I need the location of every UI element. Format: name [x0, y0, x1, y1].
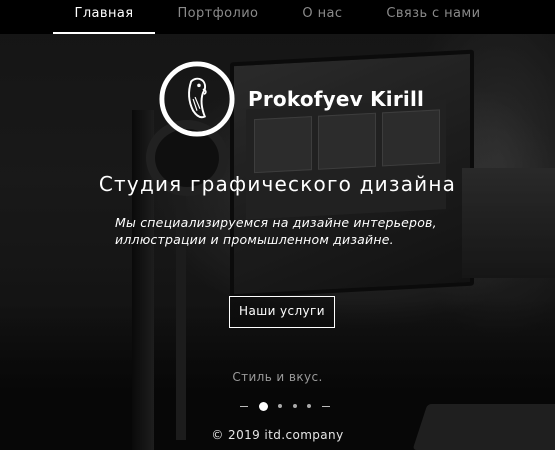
hero-tagline: Стиль и вкус.: [232, 370, 323, 384]
pager-dot[interactable]: [278, 404, 283, 408]
nav-item-contact[interactable]: Связь с нами: [364, 0, 502, 34]
main-nav: Главная Портфолио О нас Связь с нами: [0, 0, 555, 34]
pager-dot[interactable]: [292, 404, 297, 408]
footer-copyright: © 2019 itd.company: [211, 428, 344, 442]
nav-item-home[interactable]: Главная: [52, 0, 156, 34]
nav-item-about[interactable]: О нас: [280, 0, 364, 34]
hero-subtitle: Мы специализируемся на дизайне интерьеро…: [115, 215, 437, 247]
pager-line-right: [321, 405, 330, 407]
hero-section: Главная Портфолио О нас Связь с нами Pro…: [0, 0, 555, 450]
pager-line-left: [240, 405, 248, 407]
parrot-logo-icon: [159, 61, 235, 137]
services-button[interactable]: Наши услуги: [229, 296, 335, 328]
hero-title: Студия графического дизайна: [98, 172, 457, 196]
logo[interactable]: Prokofyev Kirill: [158, 60, 424, 138]
slider-pager: [240, 400, 330, 412]
nav-item-portfolio[interactable]: Портфолио: [155, 0, 280, 34]
pager-dot[interactable]: [258, 401, 268, 411]
pager-dot[interactable]: [307, 404, 312, 408]
logo-name: Prokofyev Kirill: [248, 87, 425, 111]
